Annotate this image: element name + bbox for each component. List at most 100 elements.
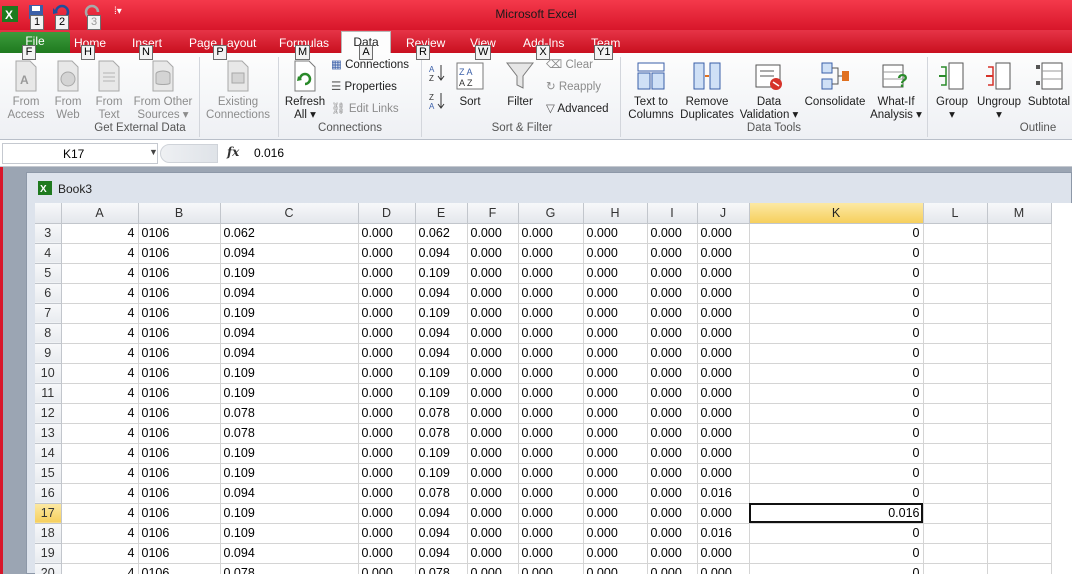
cell-b[interactable]: 0106: [138, 403, 221, 424]
cell-c[interactable]: 0.078: [220, 403, 359, 424]
cell-l[interactable]: [923, 523, 988, 544]
cell-h[interactable]: 0.000: [583, 263, 648, 284]
cell-k[interactable]: 0: [749, 363, 924, 384]
cell-j[interactable]: 0.000: [697, 403, 750, 424]
advanced-button[interactable]: ▽ Advanced: [546, 102, 609, 117]
cell-b[interactable]: 0106: [138, 443, 221, 464]
cell-m[interactable]: [987, 563, 1052, 574]
cell-m[interactable]: [987, 443, 1052, 464]
cell-b[interactable]: 0106: [138, 503, 221, 524]
cell-m[interactable]: [987, 323, 1052, 344]
cell-a[interactable]: 4: [61, 543, 139, 564]
cell-c[interactable]: 0.094: [220, 323, 359, 344]
select-all-corner[interactable]: [35, 203, 62, 224]
cell-f[interactable]: 0.000: [467, 343, 519, 364]
column-header-a[interactable]: A: [61, 203, 139, 224]
cell-d[interactable]: 0.000: [358, 303, 416, 324]
cell-f[interactable]: 0.000: [467, 283, 519, 304]
cell-a[interactable]: 4: [61, 323, 139, 344]
cell-b[interactable]: 0106: [138, 223, 221, 244]
data-validation-button[interactable]: Data Validation ▾: [738, 59, 800, 122]
cell-i[interactable]: 0.000: [647, 463, 698, 484]
cell-a[interactable]: 4: [61, 263, 139, 284]
cell-i[interactable]: 0.000: [647, 523, 698, 544]
cell-g[interactable]: 0.000: [518, 323, 584, 344]
cell-a[interactable]: 4: [61, 283, 139, 304]
cell-a[interactable]: 4: [61, 483, 139, 504]
cell-m[interactable]: [987, 283, 1052, 304]
column-header-l[interactable]: L: [923, 203, 988, 224]
formula-input[interactable]: 0.016: [254, 146, 284, 160]
cell-e[interactable]: 0.094: [415, 283, 468, 304]
cell-k[interactable]: 0: [749, 543, 924, 564]
cell-l[interactable]: [923, 383, 988, 404]
row-header[interactable]: 16: [35, 483, 62, 504]
cell-c[interactable]: 0.109: [220, 383, 359, 404]
cell-m[interactable]: [987, 223, 1052, 244]
cell-d[interactable]: 0.000: [358, 503, 416, 524]
cell-h[interactable]: 0.000: [583, 403, 648, 424]
cell-j[interactable]: 0.000: [697, 223, 750, 244]
remove-duplicates-button[interactable]: Remove Duplicates: [678, 59, 736, 122]
cell-c[interactable]: 0.109: [220, 303, 359, 324]
cell-l[interactable]: [923, 563, 988, 574]
cell-l[interactable]: [923, 443, 988, 464]
cell-i[interactable]: 0.000: [647, 423, 698, 444]
cell-k[interactable]: 0: [749, 343, 924, 364]
cell-f[interactable]: 0.000: [467, 423, 519, 444]
cell-e[interactable]: 0.094: [415, 503, 468, 524]
cell-c[interactable]: 0.109: [220, 503, 359, 524]
cell-e[interactable]: 0.078: [415, 423, 468, 444]
cell-a[interactable]: 4: [61, 463, 139, 484]
cell-l[interactable]: [923, 263, 988, 284]
cell-b[interactable]: 0106: [138, 563, 221, 574]
cell-f[interactable]: 0.000: [467, 303, 519, 324]
cell-i[interactable]: 0.000: [647, 503, 698, 524]
cell-d[interactable]: 0.000: [358, 383, 416, 404]
cell-d[interactable]: 0.000: [358, 243, 416, 264]
sort-a-to-z-button[interactable]: AZ: [429, 63, 447, 88]
cell-i[interactable]: 0.000: [647, 483, 698, 504]
cell-k[interactable]: 0: [749, 443, 924, 464]
from-other-sources-button[interactable]: From Other Sources ▾: [130, 59, 196, 122]
cell-h[interactable]: 0.000: [583, 303, 648, 324]
cell-c[interactable]: 0.109: [220, 523, 359, 544]
row-header[interactable]: 15: [35, 463, 62, 484]
cell-m[interactable]: [987, 343, 1052, 364]
cell-i[interactable]: 0.000: [647, 403, 698, 424]
cell-k[interactable]: 0.016: [749, 503, 924, 524]
cell-b[interactable]: 0106: [138, 423, 221, 444]
cell-f[interactable]: 0.000: [467, 403, 519, 424]
cell-e[interactable]: 0.078: [415, 563, 468, 574]
cell-d[interactable]: 0.000: [358, 283, 416, 304]
cell-j[interactable]: 0.000: [697, 563, 750, 574]
cell-m[interactable]: [987, 503, 1052, 524]
cell-a[interactable]: 4: [61, 223, 139, 244]
cell-j[interactable]: 0.000: [697, 263, 750, 284]
cell-a[interactable]: 4: [61, 383, 139, 404]
column-header-f[interactable]: F: [467, 203, 519, 224]
row-header[interactable]: 13: [35, 423, 62, 444]
cell-b[interactable]: 0106: [138, 523, 221, 544]
cell-i[interactable]: 0.000: [647, 343, 698, 364]
cell-d[interactable]: 0.000: [358, 363, 416, 384]
row-header[interactable]: 8: [35, 323, 62, 344]
cell-j[interactable]: 0.000: [697, 243, 750, 264]
cell-g[interactable]: 0.000: [518, 483, 584, 504]
name-box-dropdown-icon[interactable]: ▼: [149, 147, 158, 157]
cell-j[interactable]: 0.016: [697, 523, 750, 544]
cell-b[interactable]: 0106: [138, 303, 221, 324]
cell-m[interactable]: [987, 383, 1052, 404]
cell-g[interactable]: 0.000: [518, 263, 584, 284]
cell-i[interactable]: 0.000: [647, 443, 698, 464]
cell-l[interactable]: [923, 283, 988, 304]
column-header-c[interactable]: C: [220, 203, 359, 224]
cell-c[interactable]: 0.078: [220, 563, 359, 574]
cell-i[interactable]: 0.000: [647, 363, 698, 384]
column-header-d[interactable]: D: [358, 203, 416, 224]
cell-a[interactable]: 4: [61, 363, 139, 384]
cell-j[interactable]: 0.000: [697, 423, 750, 444]
cell-f[interactable]: 0.000: [467, 563, 519, 574]
column-header-j[interactable]: J: [697, 203, 750, 224]
existing-connections-button[interactable]: Existing Connections: [202, 59, 274, 122]
